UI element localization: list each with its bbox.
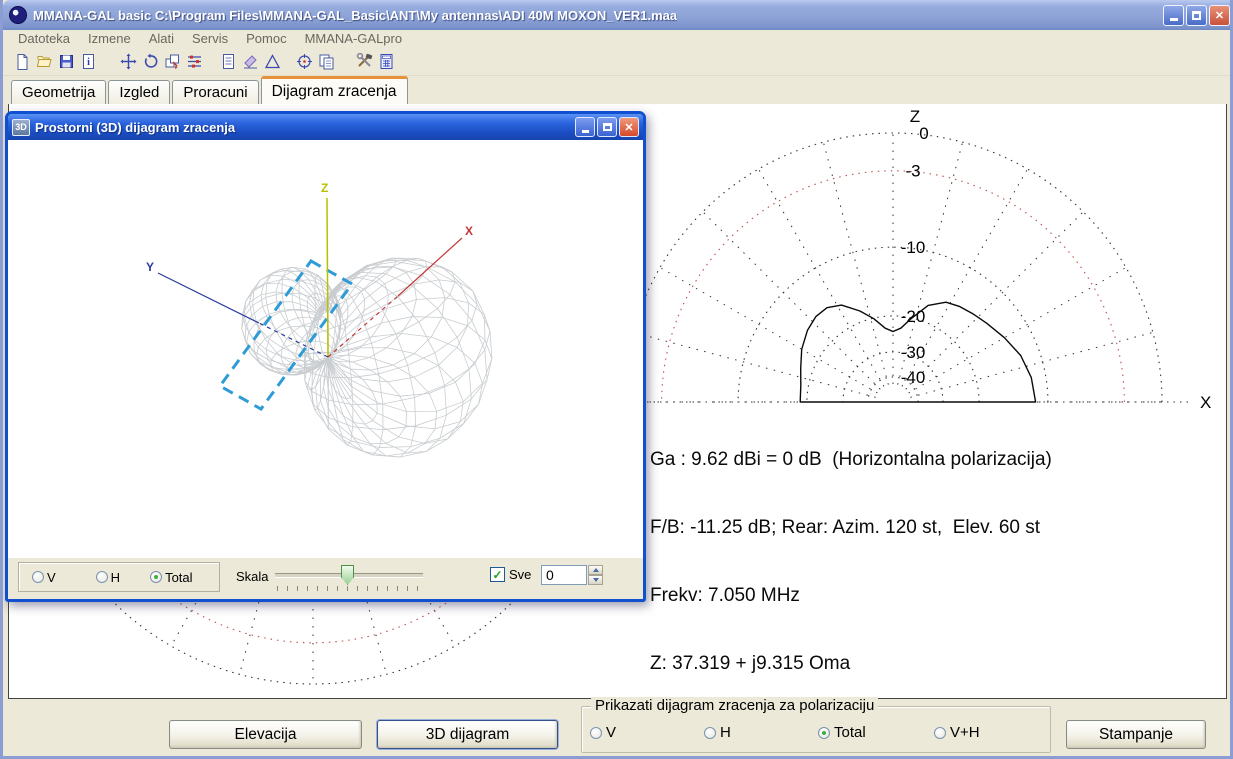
angle-spinner xyxy=(588,565,603,585)
calculator-icon[interactable] xyxy=(375,50,397,72)
copy-icon[interactable] xyxy=(315,50,337,72)
result-impedance: Z: 37.319 + j9.315 Oma xyxy=(650,653,1210,676)
polarization-groupbox: Prikazati dijagram zracenja za polarizac… xyxy=(581,706,1051,753)
z-axis-label: Z xyxy=(321,181,328,195)
float-titlebar: 3D Prostorni (3D) dijagram zracenja ✕ xyxy=(8,114,643,140)
float-close-button[interactable]: ✕ xyxy=(619,117,639,137)
info-icon[interactable]: i xyxy=(77,50,99,72)
radio-h-3d[interactable]: H xyxy=(96,570,120,585)
radio-v-3d[interactable]: V xyxy=(32,570,56,585)
svg-text:0: 0 xyxy=(919,124,928,143)
slider-ticks xyxy=(277,586,422,591)
svg-text:-10: -10 xyxy=(901,238,926,257)
menu-mmana-galpro[interactable]: MMANA-GALpro xyxy=(296,31,412,46)
titlebar: MMANA-GAL basic C:\Program Files\MMANA-G… xyxy=(3,0,1233,30)
toolbar: i xyxy=(3,47,1233,76)
tools-icon[interactable] xyxy=(353,50,375,72)
groupbox-label: Prikazati dijagram zracenja za polarizac… xyxy=(591,697,878,714)
save-icon[interactable] xyxy=(55,50,77,72)
float-maximize-button[interactable] xyxy=(597,117,617,137)
float-controls-bar: V H Total Skala ✓ Sve xyxy=(8,557,643,597)
tab-izgled[interactable]: Izgled xyxy=(108,80,170,104)
menu-pomoc[interactable]: Pomoc xyxy=(237,31,295,46)
y-axis-label: Y xyxy=(146,260,154,274)
main-window: MMANA-GAL basic C:\Program Files\MMANA-G… xyxy=(0,0,1233,759)
result-freq: Frekv: 7.050 MHz xyxy=(650,585,1210,608)
settings-sliders-icon[interactable] xyxy=(183,50,205,72)
3d-view[interactable]: Z X Y xyxy=(8,140,643,557)
document-view-icon[interactable] xyxy=(217,50,239,72)
checkbox-check-icon: ✓ xyxy=(490,567,505,582)
sve-checkbox[interactable]: ✓ Sve xyxy=(490,567,531,582)
radio-v-plus-h[interactable]: V+H xyxy=(934,724,980,741)
bottom-bar: Elevacija 3D dijagram Prikazati dijagram… xyxy=(3,699,1233,756)
window-restore-icon[interactable] xyxy=(161,50,183,72)
result-fb: F/B: -11.25 dB; Rear: Azim. 120 st, Elev… xyxy=(650,517,1210,540)
tab-proracuni[interactable]: Proracuni xyxy=(172,80,258,104)
tab-geometrija[interactable]: Geometrija xyxy=(11,80,106,104)
menu-alati[interactable]: Alati xyxy=(140,31,183,46)
stampanje-button[interactable]: Stampanje xyxy=(1066,720,1206,749)
triangle-delta-icon[interactable] xyxy=(261,50,283,72)
open-folder-icon[interactable] xyxy=(33,50,55,72)
window-title: MMANA-GAL basic C:\Program Files\MMANA-G… xyxy=(33,8,677,23)
menu-servis[interactable]: Servis xyxy=(183,31,237,46)
radio-total[interactable]: Total xyxy=(818,724,866,741)
spin-down-icon[interactable] xyxy=(588,575,603,585)
spin-up-icon[interactable] xyxy=(588,565,603,575)
result-gain: Ga : 9.62 dBi = 0 dB (Horizontalna polar… xyxy=(650,449,1210,472)
elevacija-button[interactable]: Elevacija xyxy=(169,720,362,749)
prostorni-3d-window: 3D Prostorni (3D) dijagram zracenja ✕ Z X… xyxy=(5,111,646,602)
eraser-icon[interactable] xyxy=(239,50,261,72)
menubar: Datoteka Izmene Alati Servis Pomoc MMANA… xyxy=(3,30,1233,47)
angle-spin-input[interactable] xyxy=(541,565,587,585)
new-file-icon[interactable] xyxy=(11,50,33,72)
app-logo-icon xyxy=(9,6,27,24)
3d-dijagram-button[interactable]: 3D dijagram xyxy=(377,720,558,749)
rotate-icon[interactable] xyxy=(139,50,161,72)
tab-bar: Geometrija Izgled Proracuni Dijagram zra… xyxy=(3,76,1233,104)
tab-dijagram-zracenja[interactable]: Dijagram zracenja xyxy=(261,76,408,104)
3d-window-icon: 3D xyxy=(12,119,30,136)
maximize-button[interactable] xyxy=(1186,5,1207,26)
close-button[interactable]: ✕ xyxy=(1209,5,1230,26)
menu-datoteka[interactable]: Datoteka xyxy=(9,31,79,46)
radio-total-3d[interactable]: Total xyxy=(150,570,192,585)
minimize-button[interactable] xyxy=(1163,5,1184,26)
slider-thumb[interactable] xyxy=(341,565,354,585)
menu-izmene[interactable]: Izmene xyxy=(79,31,140,46)
float-minimize-button[interactable] xyxy=(575,117,595,137)
move-icon[interactable] xyxy=(117,50,139,72)
svg-text:i: i xyxy=(87,57,90,68)
svg-text:-30: -30 xyxy=(901,343,926,362)
scale-label: Skala xyxy=(236,569,269,584)
polarization-radio-panel: V H Total xyxy=(18,562,220,592)
target-center-icon[interactable] xyxy=(293,50,315,72)
svg-text:-3: -3 xyxy=(905,162,920,181)
radio-v[interactable]: V xyxy=(590,724,616,741)
x-axis-label: X xyxy=(465,224,473,238)
svg-text:Z: Z xyxy=(910,107,920,126)
float-window-title: Prostorni (3D) dijagram zracenja xyxy=(35,120,235,135)
svg-text:-40: -40 xyxy=(901,368,926,387)
3d-pattern-wireframe: Z X Y xyxy=(8,140,643,557)
radio-h[interactable]: H xyxy=(704,724,731,741)
scale-slider[interactable] xyxy=(275,562,425,592)
